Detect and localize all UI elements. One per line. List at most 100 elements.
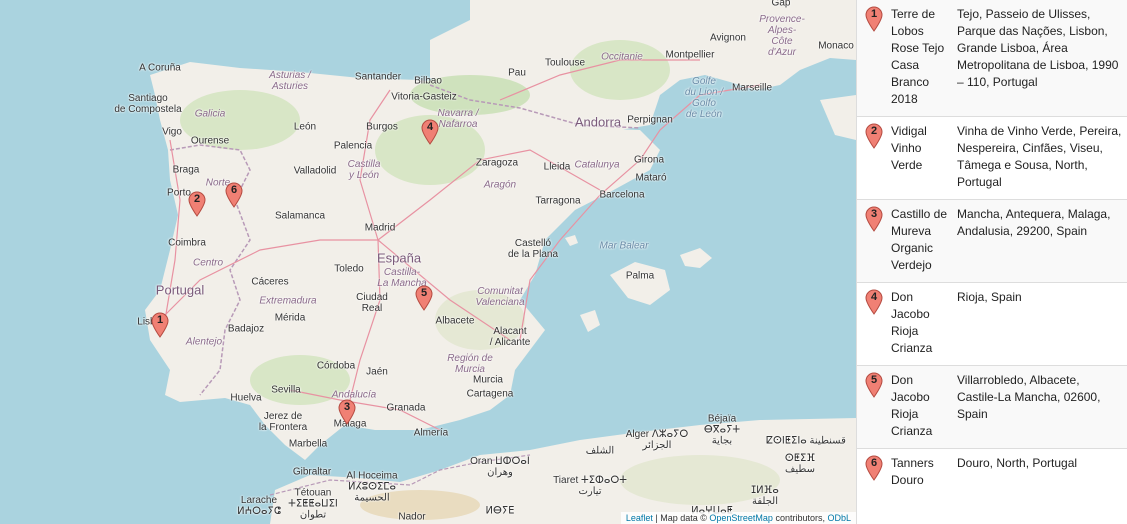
place-label-comunitat: Comunitat Valenciana [475, 286, 525, 308]
place-label-coimbra: Coimbra [168, 237, 206, 249]
list-item[interactable]: 3 Castillo de Mureva Organic Verdejo Manch… [857, 199, 1127, 282]
place-label-castilla-leon: Castilla y León [347, 159, 381, 181]
place-label-ciudad-real: Ciudad Real [356, 292, 388, 314]
place-label-setif: ⵙⵟⵉⴼ سطيف [784, 453, 816, 475]
list-item-number: 3 [870, 208, 878, 220]
list-item-address: Villarrobledo, Albacete, Castile-La Manc… [957, 373, 1101, 421]
map-marker-6[interactable]: 6 [225, 182, 243, 208]
list-item-address: Mancha, Antequera, Malaga, Andalusia, 29… [957, 207, 1111, 238]
place-label-murcia-region: Región de Murcia [447, 353, 493, 375]
list-item[interactable]: 5 Don Jacobo Rioja Crianza Villarrobledo, … [857, 365, 1127, 448]
place-label-valladolid: Valladolid [293, 165, 337, 177]
place-label-constantine: ⵇⵙⵏⵟⵉⵏⴰ قسنطينة [766, 435, 846, 447]
map-marker-5[interactable]: 5 [415, 285, 433, 311]
place-label-palencia: Palencia [333, 140, 373, 152]
place-label-montpellier: Montpellier [665, 49, 715, 61]
place-label-cordoba: Córdoba [316, 360, 356, 372]
place-label-girona: Girona [633, 154, 665, 166]
place-label-perpignan: Perpignan [627, 114, 673, 126]
place-label-almeria: Almería [413, 427, 449, 439]
list-item-name: Don Jacobo Rioja Crianza [891, 373, 933, 438]
list-item-number: 4 [870, 291, 878, 303]
place-label-salamanca: Salamanca [274, 210, 326, 222]
odbl-link[interactable]: ODbL [827, 513, 851, 523]
list-item-address: Rioja, Spain [957, 290, 1022, 304]
map-marker-icon: 3 [857, 206, 891, 232]
place-label-pau: Pau [508, 67, 526, 79]
list-item-address: Vinha de Vinho Verde, Pereira, Nespereir… [957, 124, 1122, 189]
place-label-burgos: Burgos [366, 121, 398, 133]
place-label-a-coruna: A Coruña [139, 62, 181, 74]
location-list: 1 Terre de Lobos Rose Tejo Casa Branco 20… [856, 0, 1127, 524]
place-label-provence: Provence- Alpes- Côte d'Azur [759, 14, 805, 58]
map-marker-icon: 1 [857, 6, 891, 32]
place-label-catalunya: Catalunya [574, 159, 620, 171]
place-label-chlef: الشلف [585, 445, 615, 457]
place-label-merida: Mérida [274, 312, 306, 324]
place-label-djelfa: ⵊⵍⴼⴰ الجلفة [751, 485, 779, 507]
place-label-murcia: Murcia [472, 374, 504, 386]
marker-number: 6 [230, 184, 238, 196]
place-label-zaragoza: Zaragoza [475, 157, 519, 169]
place-label-alacant: Alacant / Alicante [489, 326, 531, 348]
place-label-cartagena: Cartagena [466, 388, 514, 400]
place-label-ourense: Ourense [190, 135, 230, 147]
list-item-name: Vidigal Vinho Verde [891, 124, 927, 172]
map-marker-icon: 4 [857, 289, 891, 315]
place-label-galicia: Galicia [194, 108, 226, 120]
osm-link[interactable]: OpenStreetMap [709, 513, 773, 523]
place-label-barcelona: Barcelona [599, 189, 645, 201]
list-item-number: 2 [870, 125, 878, 137]
place-label-toulouse: Toulouse [544, 57, 586, 69]
list-item[interactable]: 4 Don Jacobo Rioja Crianza Rioja, Spain [857, 282, 1127, 365]
map-marker-2[interactable]: 2 [188, 191, 206, 217]
list-item-name: Don Jacobo Rioja Crianza [891, 290, 933, 355]
place-label-bilbao: Bilbao [414, 75, 442, 87]
list-item-name: Terre de Lobos Rose Tejo Casa Branco 201… [891, 7, 945, 106]
place-label-avignon: Avignon [710, 32, 746, 44]
place-label-lleida: Lleida [543, 161, 571, 173]
place-label-mataro: Mataró [635, 172, 667, 184]
map-marker-icon: 5 [857, 372, 891, 398]
place-label-santander: Santander [354, 71, 402, 83]
place-label-navarra: Navarra / Nafarroa [437, 108, 479, 130]
marker-number: 2 [193, 193, 201, 205]
list-item[interactable]: 6 Tanners Douro Douro, North, Portugal [857, 448, 1127, 497]
place-label-jaen: Jaén [366, 366, 388, 378]
place-label-golfe: Golfe du Lion / Golfo de León [684, 76, 724, 120]
place-label-sevilla: Sevilla [271, 384, 301, 396]
place-label-badajoz: Badajoz [227, 323, 265, 335]
list-item-number: 1 [870, 8, 878, 20]
place-label-jerez: Jerez de la Frontera [258, 411, 308, 433]
map-marker-1[interactable]: 1 [151, 312, 169, 338]
place-label-braga: Braga [172, 164, 200, 176]
place-label-bejaia: Béjaïa ⴱⴳⴰⵢⵜ بجاية [703, 413, 741, 447]
marker-number: 1 [156, 314, 164, 326]
list-item[interactable]: 2 Vidigal Vinho Verde Vinha de Vinho Verde… [857, 116, 1127, 199]
list-item-address: Douro, North, Portugal [957, 456, 1078, 470]
list-item-name: Tanners Douro [891, 456, 934, 487]
marker-number: 3 [343, 401, 351, 413]
list-item-name: Castillo de Mureva Organic Verdejo [891, 207, 948, 272]
marker-number: 4 [426, 121, 434, 133]
place-label-marbella: Marbella [288, 438, 328, 450]
place-label-santiago: Santiago de Compostela [114, 93, 182, 115]
place-label-andorra: Andorra [574, 114, 622, 130]
leaflet-link[interactable]: Leaflet [626, 513, 653, 523]
list-item-number: 6 [870, 457, 878, 469]
place-label-albacete: Albacete [435, 315, 475, 327]
map-marker-3[interactable]: 3 [338, 399, 356, 425]
map-marker-4[interactable]: 4 [421, 119, 439, 145]
map-marker-icon: 2 [857, 123, 891, 149]
map[interactable]: A Coruña Santiago de Compostela Vigo Ourens… [0, 0, 856, 524]
place-label-alentejo: Alentejo [185, 336, 223, 348]
place-label-asturias: Asturias / Asturies [269, 70, 311, 92]
place-label-leon: León [293, 121, 317, 133]
map-attribution: Leaflet | Map data © OpenStreetMap contr… [620, 512, 856, 524]
place-label-el-bayadh: ⵍⴱⵢⴹ [485, 505, 515, 517]
place-label-alger: Alger ⴷⵣⴰⵢⵔ الجزائر [625, 429, 689, 451]
list-item[interactable]: 1 Terre de Lobos Rose Tejo Casa Branco 20… [857, 0, 1127, 116]
place-label-granada: Granada [386, 402, 426, 414]
place-label-tiaret: Tiaret ⵜⵉⵀⴰⵔⵜ تيارت [553, 475, 627, 497]
marker-number: 5 [420, 287, 428, 299]
